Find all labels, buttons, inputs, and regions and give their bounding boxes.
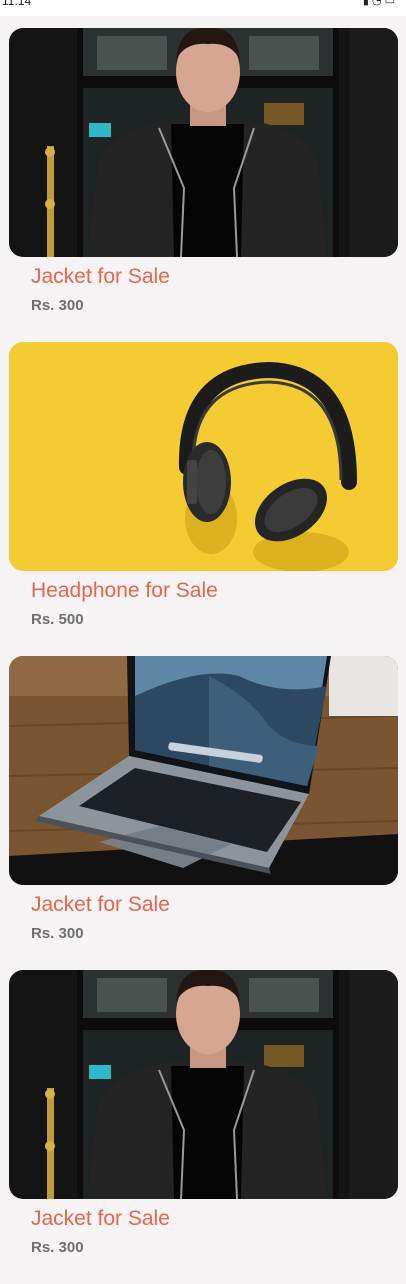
- status-icons: ▮◔▭: [363, 0, 398, 7]
- signal-icon: ▮: [362, 0, 372, 7]
- wifi-icon: ◔: [371, 0, 385, 7]
- listing-feed: Jacket for Sale Rs. 300 Headphone for Sa…: [0, 28, 406, 1284]
- listing-price: Rs. 500: [31, 611, 84, 628]
- listing-price: Rs. 300: [31, 925, 84, 942]
- listing-title[interactable]: Jacket for Sale: [31, 265, 170, 289]
- listing-title[interactable]: Jacket for Sale: [31, 1207, 170, 1231]
- status-time: 11:14: [2, 0, 32, 8]
- listing-card[interactable]: Headphone for Sale Rs. 500: [0, 342, 406, 656]
- listing-title[interactable]: Headphone for Sale: [31, 579, 218, 603]
- listing-image-jacket[interactable]: [9, 28, 398, 257]
- listing-price: Rs. 300: [31, 297, 84, 314]
- listing-card[interactable]: Jacket for Sale Rs. 300: [0, 28, 406, 342]
- jacket-photo: [9, 970, 398, 1199]
- listing-card[interactable]: Jacket for Sale Rs. 300: [0, 656, 406, 970]
- listing-price: Rs. 300: [31, 1239, 84, 1256]
- laptop-photo: [9, 656, 398, 885]
- battery-icon: ▭: [384, 0, 398, 7]
- jacket-photo: [9, 28, 398, 257]
- listing-title[interactable]: Jacket for Sale: [31, 893, 170, 917]
- headphone-photo: [9, 342, 398, 571]
- status-bar: 11:14 ▮◔▭: [0, 0, 406, 16]
- listing-image-headphone[interactable]: [9, 342, 398, 571]
- listing-image-laptop[interactable]: [9, 656, 398, 885]
- listing-image-jacket[interactable]: [9, 970, 398, 1199]
- listing-card[interactable]: Jacket for Sale Rs. 300: [0, 970, 406, 1284]
